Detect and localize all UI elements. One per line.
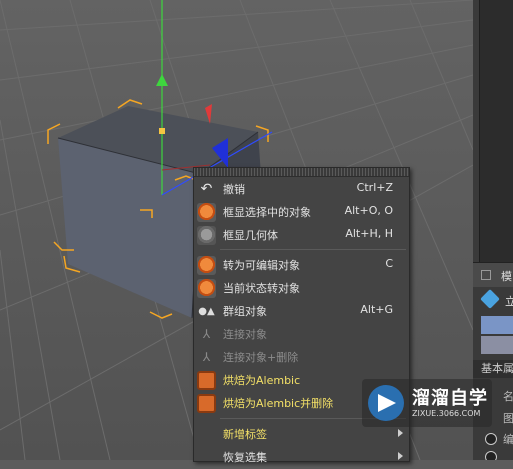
menu-item-label: 转为可编辑对象 [223, 259, 300, 272]
menu-item-undo[interactable]: ↶ 撤销 Ctrl+Z [194, 178, 409, 201]
make-editable-icon [197, 256, 216, 275]
mode-button-basic[interactable] [481, 316, 513, 334]
menu-item-label: 烘焙为Alembic并删除 [223, 397, 334, 410]
menu-item-label: 框显选择中的对象 [223, 206, 311, 219]
menu-item-shortcut: Ctrl+Z [356, 181, 393, 194]
menu-item-label: 群组对象 [223, 305, 267, 318]
frame-selected-icon [197, 203, 216, 222]
field-label-layer: 图 [503, 412, 513, 425]
menu-item-frame-selected[interactable]: 框显选择中的对象 Alt+O, O [194, 201, 409, 224]
menu-item-connect-objects[interactable]: ⅄ 连接对象 [194, 323, 409, 346]
section-header: 基本属 [473, 360, 513, 378]
mode-button-coord[interactable] [481, 336, 513, 354]
submenu-arrow-icon [398, 452, 403, 460]
object-name-label: 立 [505, 295, 513, 308]
bake-alembic-icon [197, 371, 216, 390]
frame-geometry-icon [197, 226, 216, 245]
menu-item-group-objects[interactable]: ●▲ 群组对象 Alt+G [194, 300, 409, 323]
submenu-arrow-icon [398, 429, 403, 437]
menu-tearoff-handle[interactable] [194, 168, 409, 177]
watermark: 溜溜自学 ZIXUE.3066.COM [362, 379, 492, 427]
menu-item-label: 框显几何体 [223, 229, 278, 242]
object-header[interactable]: 立 [473, 288, 513, 314]
grip-icon [481, 270, 491, 280]
field-label-editor: 编 [503, 433, 513, 446]
menu-item-frame-geometry[interactable]: 框显几何体 Alt+H, H [194, 224, 409, 247]
menu-separator [220, 249, 406, 250]
watermark-url: ZIXUE.3066.COM [412, 409, 481, 418]
attribute-tab-bar[interactable]: 模 [473, 262, 513, 287]
menu-item-shortcut: Alt+G [360, 303, 393, 316]
undo-icon: ↶ [200, 181, 213, 197]
menu-item-label: 撤销 [223, 183, 245, 196]
bake-alembic-delete-icon [197, 394, 216, 413]
menu-item-shortcut: Alt+H, H [345, 227, 393, 240]
radio-editor-visible[interactable] [485, 433, 497, 445]
menu-item-label: 烘焙为Alembic [223, 374, 301, 387]
attribute-tab-label: 模 [501, 270, 512, 283]
watermark-title: 溜溜自学 [412, 388, 488, 409]
menu-item-label: 恢复选集 [223, 451, 267, 464]
menu-item-label: 新增标签 [223, 428, 267, 441]
menu-item-shortcut: C [385, 257, 393, 270]
connect-delete-icon: ⅄ [202, 350, 211, 364]
menu-item-shortcut: Alt+O, O [344, 204, 393, 217]
menu-item-make-editable[interactable]: 转为可编辑对象 C [194, 254, 409, 277]
current-state-icon [197, 279, 216, 298]
menu-item-current-state-to-object[interactable]: 当前状态转对象 [194, 277, 409, 300]
menu-item-label: 连接对象 [223, 328, 267, 341]
object-manager-strip[interactable] [479, 0, 513, 262]
group-objects-icon: ●▲ [198, 306, 215, 317]
play-logo-icon [368, 385, 404, 421]
connect-objects-icon: ⅄ [202, 327, 211, 341]
cube-icon [480, 289, 500, 309]
menu-item-label: 连接对象+删除 [223, 351, 299, 364]
field-label-name: 名 [503, 390, 513, 403]
menu-item-connect-delete[interactable]: ⅄ 连接对象+删除 [194, 346, 409, 369]
menu-item-label: 当前状态转对象 [223, 282, 300, 295]
radio-render-visible[interactable] [485, 451, 497, 460]
menu-item-restore-selection[interactable]: 恢复选集 [194, 446, 409, 469]
